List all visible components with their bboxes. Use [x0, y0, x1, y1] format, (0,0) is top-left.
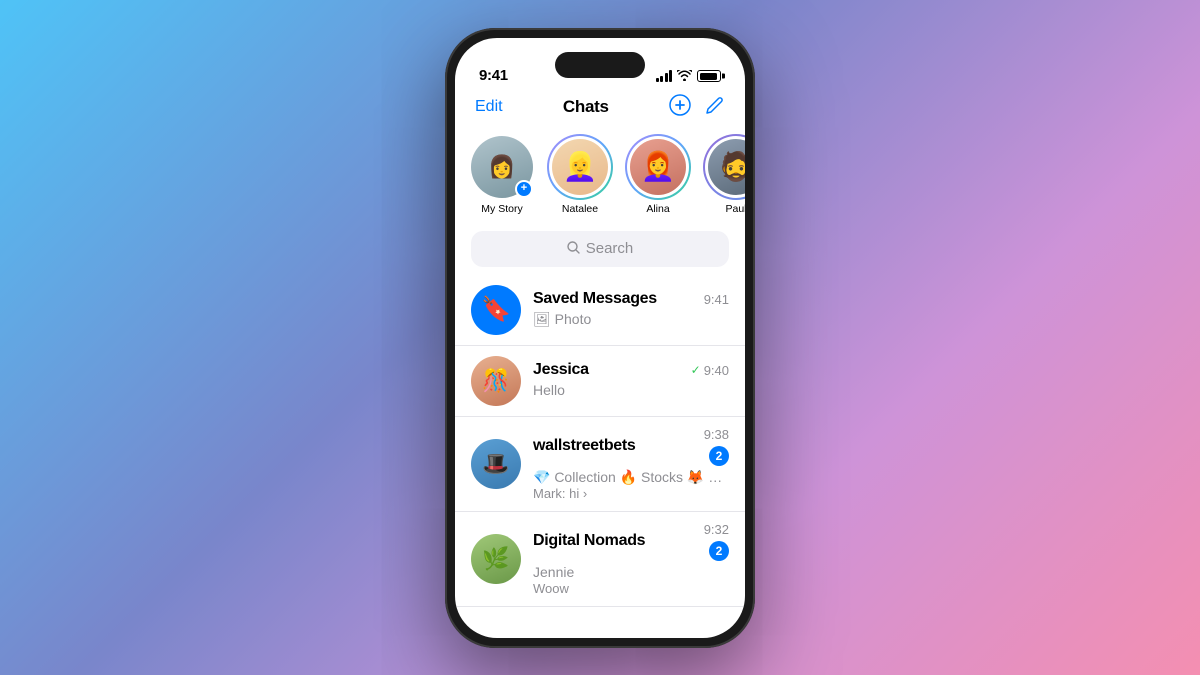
signal-icon [656, 70, 673, 82]
search-placeholder: Search [586, 240, 634, 257]
story-item-paul[interactable]: 🧔 Paul [705, 136, 745, 219]
chat-preview-line2: Woow [533, 581, 729, 596]
story-plus-icon: + [515, 180, 533, 198]
chat-name: Jessica [533, 361, 589, 379]
chat-name: Saved Messages [533, 290, 657, 308]
chat-item-digital-nomads[interactable]: 🌿 Digital Nomads 9:32 2 Jennie Woow [455, 512, 745, 607]
chat-time: 9:32 [704, 522, 729, 537]
add-chat-icon[interactable] [669, 94, 691, 120]
stories-row: 👩 + My Story 👱‍♀️ Natalee [455, 128, 745, 231]
app-header: Edit Chats [455, 90, 745, 128]
story-item-natalee[interactable]: 👱‍♀️ Natalee [549, 136, 611, 219]
chat-content-wallstreetbets: wallstreetbets 9:38 2 💎 Collection 🔥 Sto… [533, 427, 729, 501]
avatar-jessica: 🎊 [471, 356, 521, 406]
status-icons [656, 69, 722, 84]
chat-item-wallstreetbets[interactable]: 🎩 wallstreetbets 9:38 2 💎 Collection 🔥 S… [455, 417, 745, 512]
avatar-digital-nomads: 🌿 [471, 534, 521, 584]
story-label: My Story [481, 203, 522, 215]
phone-screen: 9:41 [455, 38, 745, 638]
story-label: Natalee [562, 203, 598, 215]
edit-button[interactable]: Edit [475, 98, 503, 116]
story-label: Alina [646, 203, 669, 215]
story-item-alina[interactable]: 👩‍🦰 Alina [627, 136, 689, 219]
compose-icon[interactable] [705, 95, 725, 119]
chat-content-jessica: Jessica ✓ 9:40 Hello [533, 361, 729, 399]
chat-preview-line1: Jennie [533, 563, 729, 581]
search-bar[interactable]: Search [471, 231, 729, 267]
chat-preview: Hello [533, 381, 729, 399]
chat-preview-line1: 💎 Collection 🔥 Stocks 🦊 Memes... [533, 468, 729, 486]
chat-time: 9:38 [704, 427, 729, 442]
story-label: Paul [725, 203, 745, 215]
page-title: Chats [563, 97, 609, 117]
avatar-wallstreetbets: 🎩 [471, 439, 521, 489]
chat-time: ✓ 9:40 [691, 363, 729, 378]
chat-item-saved-messages[interactable]: 🔖 Saved Messages 9:41 🖼 Photo [455, 275, 745, 346]
chat-name: wallstreetbets [533, 437, 636, 455]
battery-icon [697, 70, 721, 82]
dynamic-island [555, 52, 645, 78]
header-actions [669, 94, 725, 120]
chat-preview-line2: Mark: hi › [533, 486, 729, 501]
story-item-my-story[interactable]: 👩 + My Story [471, 136, 533, 219]
unread-badge: 2 [709, 541, 729, 561]
chat-name: Digital Nomads [533, 532, 645, 550]
chat-item-jessica[interactable]: 🎊 Jessica ✓ 9:40 Hello [455, 346, 745, 417]
avatar-saved-messages: 🔖 [471, 285, 521, 335]
search-icon [567, 241, 580, 257]
chat-list: 🔖 Saved Messages 9:41 🖼 Photo 🎊 [455, 275, 745, 638]
wifi-icon [677, 69, 692, 84]
status-time: 9:41 [479, 67, 508, 84]
chat-time: 9:41 [704, 292, 729, 307]
phone-wrapper: 9:41 [445, 28, 755, 648]
chat-content-saved-messages: Saved Messages 9:41 🖼 Photo [533, 290, 729, 328]
unread-badge: 2 [709, 446, 729, 466]
chat-content-digital-nomads: Digital Nomads 9:32 2 Jennie Woow [533, 522, 729, 596]
chat-preview: 🖼 Photo [533, 310, 729, 328]
read-checkmark-icon: ✓ [691, 363, 701, 377]
